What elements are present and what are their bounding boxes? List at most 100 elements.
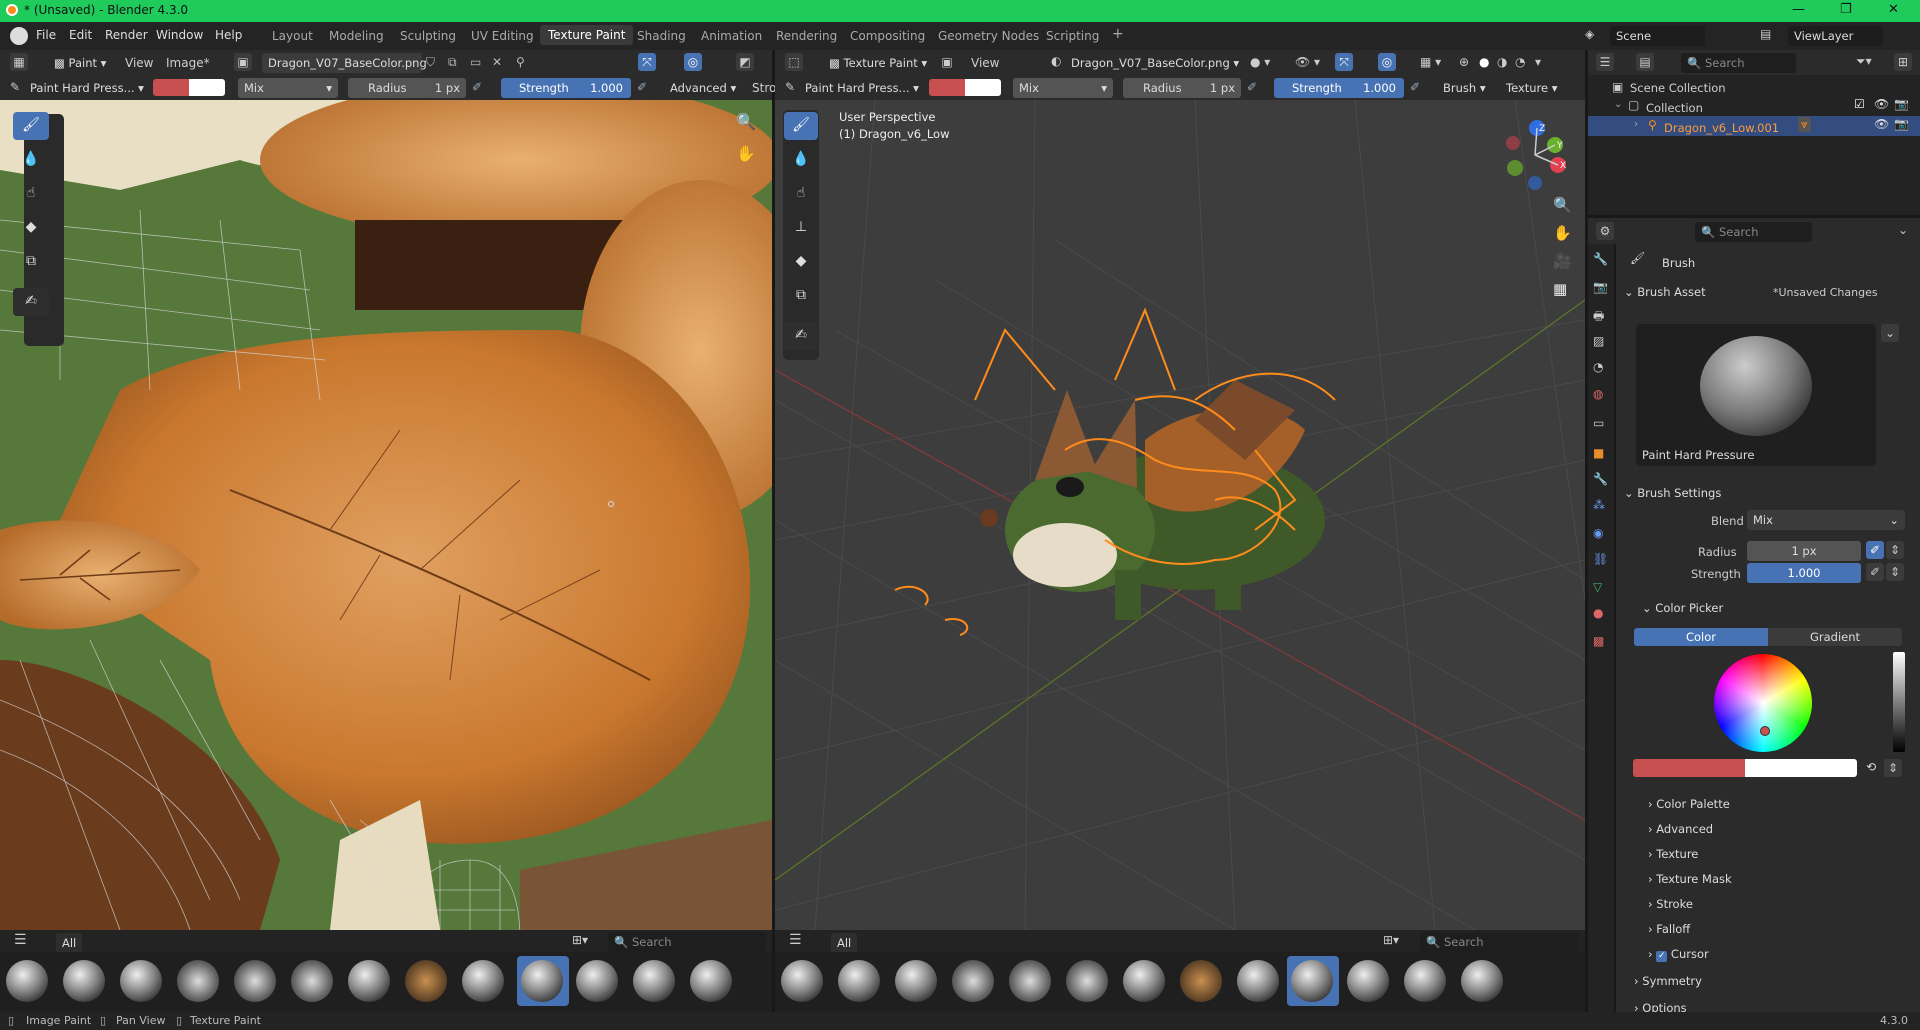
viewport-image-selector[interactable]: Dragon_V07_BaseColor.png ▾ <box>1065 53 1245 73</box>
data-tab-icon[interactable]: ▽ <box>1593 580 1602 594</box>
tab-animation[interactable]: Animation <box>695 29 768 43</box>
add-workspace-icon[interactable]: + <box>1106 26 1130 42</box>
brush-asset-5[interactable] <box>232 958 278 1004</box>
viewport-draw-tool-icon[interactable]: 🖌 <box>784 112 818 140</box>
object-label[interactable]: Dragon_v6_Low.001 <box>1664 121 1779 135</box>
symmetry-section[interactable]: › Symmetry <box>1634 974 1702 988</box>
cursor-section[interactable]: › ✓ Cursor <box>1648 947 1709 962</box>
brush-preview-card[interactable]: Paint Hard Pressure <box>1636 324 1876 466</box>
vp-brush-asset-13[interactable] <box>1459 958 1505 1004</box>
vp-brush-asset-7[interactable] <box>1121 958 1167 1004</box>
camera-view-icon[interactable]: 🎥 <box>1553 252 1572 270</box>
right-shelf-menu-icon[interactable]: ☰ <box>789 932 802 948</box>
vp-brush-asset-1[interactable] <box>779 958 825 1004</box>
brush-asset-4[interactable] <box>175 958 221 1004</box>
modifier-tab-icon[interactable]: 🔧 <box>1593 472 1608 486</box>
outliner-search[interactable]: 🔍 Search <box>1681 53 1796 73</box>
falloff-section[interactable]: › Falloff <box>1648 922 1690 936</box>
cursor-checkbox[interactable]: ✓ <box>1656 951 1668 962</box>
physics-tab-icon[interactable]: ◉ <box>1593 526 1603 540</box>
image-radius-field[interactable]: Radius 1 px <box>348 78 466 98</box>
value-slider[interactable] <box>1893 652 1905 752</box>
color-wheel-cursor[interactable] <box>1760 726 1770 736</box>
radius-unit-icon[interactable]: ⇕ <box>1886 541 1904 559</box>
viewport-toggle-icon[interactable]: ▣ <box>938 53 956 71</box>
color-wheel[interactable] <box>1714 654 1812 752</box>
object-render-icon[interactable]: 📷 <box>1894 117 1909 131</box>
annotate-tool-icon[interactable]: ✍ <box>13 288 49 316</box>
particles-tab-icon[interactable]: ⁂ <box>1593 498 1605 512</box>
strength-pressure-toggle-icon[interactable]: ✐ <box>1866 563 1884 581</box>
image-advanced-menu[interactable]: Advanced ▾ <box>664 78 742 98</box>
image-image-menu[interactable]: Image* <box>166 56 210 70</box>
new-image-icon[interactable]: ⧉ <box>448 55 457 70</box>
brush-asset-section[interactable]: ⌄ Brush Asset <box>1624 285 1706 299</box>
viewport-overlay-icon[interactable]: ◎ <box>1378 53 1396 71</box>
left-shelf-display-icon[interactable]: ⊞▾ <box>572 933 588 947</box>
tab-geometry-nodes[interactable]: Geometry Nodes <box>932 29 1045 43</box>
vp-brush-asset-5[interactable] <box>1007 958 1053 1004</box>
tab-layout[interactable]: Layout <box>266 29 319 43</box>
vp-brush-asset-4[interactable] <box>950 958 996 1004</box>
viewport-soften-tool-icon[interactable]: 💧 <box>784 146 818 174</box>
image-strength-field[interactable]: Strength 1.000 <box>501 78 631 98</box>
collection-expand-icon[interactable]: ⌄ <box>1614 99 1622 110</box>
smear-tool-icon[interactable]: ☝ <box>13 180 49 208</box>
world-tab-icon[interactable]: ◍ <box>1593 387 1603 401</box>
wireframe-shading-icon[interactable]: ⊕ <box>1459 55 1469 69</box>
blend-dropdown[interactable]: Mix ⌄ <box>1747 510 1905 530</box>
view-layer-icon[interactable]: ▤ <box>1760 27 1771 41</box>
vp-brush-asset-2[interactable] <box>836 958 882 1004</box>
menu-file[interactable]: File <box>36 28 56 42</box>
brush-asset-10-selected[interactable] <box>517 956 569 1006</box>
new-collection-icon[interactable]: ⊞ <box>1894 53 1912 71</box>
fill-tool-icon[interactable]: ◆ <box>13 214 49 242</box>
menu-help[interactable]: Help <box>215 28 242 42</box>
constraints-tab-icon[interactable]: ⛓ <box>1593 552 1608 566</box>
vp-brush-asset-6[interactable] <box>1064 958 1110 1004</box>
brush-asset-6[interactable] <box>289 958 335 1004</box>
strength-pressure-icon[interactable]: ✐ <box>637 80 647 94</box>
tab-texture-paint[interactable]: Texture Paint <box>540 25 634 45</box>
vp-brush-asset-8[interactable] <box>1178 958 1224 1004</box>
right-shelf-display-icon[interactable]: ⊞▾ <box>1383 933 1399 947</box>
viewport-strength-field[interactable]: Strength 1.000 <box>1274 78 1404 98</box>
brush-asset-8[interactable] <box>403 958 449 1004</box>
vp-brush-asset-9[interactable] <box>1235 958 1281 1004</box>
zoom-icon[interactable]: 🔍 <box>736 112 756 131</box>
right-shelf-search[interactable]: 🔍 Search <box>1420 932 1578 952</box>
image-brush-selector[interactable]: Paint Hard Press... ▾ <box>24 78 150 98</box>
blender-menu-icon[interactable] <box>10 27 28 45</box>
brush-asset-1[interactable] <box>4 958 50 1004</box>
viewport-3d[interactable]: Z Y X User Perspective (1) Dragon_v6_Low… <box>775 100 1585 930</box>
pin-icon[interactable]: ⚲ <box>516 55 525 69</box>
image-browse-icon[interactable]: ▣ <box>234 53 252 71</box>
tab-rendering[interactable]: Rendering <box>770 29 843 43</box>
outliner-display-mode-icon[interactable]: ▤ <box>1636 53 1654 71</box>
properties-editor-type-icon[interactable]: ⚙ <box>1596 222 1614 240</box>
brush-asset-12[interactable] <box>631 958 677 1004</box>
image-name-field[interactable]: Dragon_V07_BaseColor.png <box>262 53 427 73</box>
tool-tab-icon[interactable]: 🔧 <box>1593 252 1608 266</box>
view-layer-selector[interactable]: ViewLayer <box>1788 26 1883 46</box>
brush-settings-section[interactable]: ⌄ Brush Settings <box>1624 486 1721 500</box>
collection-label[interactable]: Collection <box>1646 101 1703 115</box>
outliner-editor-type-icon[interactable]: ☰ <box>1596 53 1614 71</box>
vp-brush-asset-12[interactable] <box>1402 958 1448 1004</box>
radius-pressure-icon[interactable]: ✐ <box>472 80 482 94</box>
minimize-icon[interactable]: — <box>1792 2 1805 17</box>
tab-shading[interactable]: Shading <box>631 29 692 43</box>
image-mode-menu[interactable]: ▩ Paint ▾ <box>48 53 112 73</box>
outliner-filter-icon[interactable]: ⏷▾ <box>1856 54 1872 69</box>
viewport-gizmo-toggle-icon[interactable]: ⤧ <box>1335 53 1353 71</box>
secondary-color-swatch[interactable] <box>189 79 225 96</box>
image-canvas[interactable]: 🖌 💧 ☝ ◆ ⧉ ✍ 🔍 ✋ <box>0 100 772 930</box>
brush-asset-13[interactable] <box>688 958 734 1004</box>
viewport-radius-pressure-icon[interactable]: ✐ <box>1247 80 1257 94</box>
tab-scripting[interactable]: Scripting <box>1040 29 1105 43</box>
close-icon[interactable]: ✕ <box>1888 2 1899 17</box>
properties-secondary-color[interactable] <box>1745 759 1857 777</box>
properties-options-icon[interactable]: ⌄ <box>1898 223 1908 237</box>
strength-curve-icon[interactable]: ⇕ <box>1886 563 1904 581</box>
viewport-fill-tool-icon[interactable]: ◆ <box>784 248 818 276</box>
